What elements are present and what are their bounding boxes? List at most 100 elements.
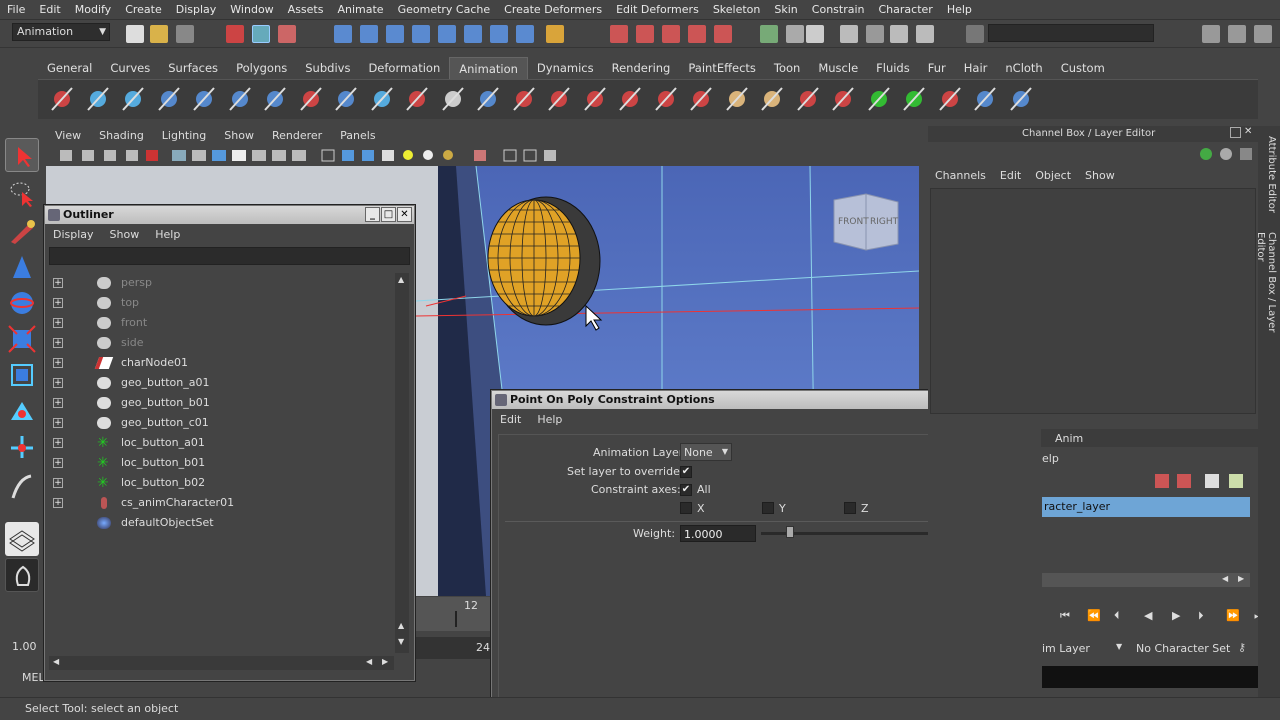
bend-icon[interactable] <box>474 84 502 114</box>
shelf-tab-muscle[interactable]: Muscle <box>809 57 867 79</box>
select-tool-icon[interactable] <box>5 138 39 172</box>
expand-icon[interactable]: + <box>53 478 63 488</box>
step-forward-frame-icon[interactable]: ⏵ <box>1198 609 1204 623</box>
menu-skin[interactable]: Skin <box>767 0 804 20</box>
scroll-left-icon-2[interactable]: ◀ <box>366 657 372 666</box>
save-scene-icon[interactable] <box>176 25 194 43</box>
menu-edit-deformers[interactable]: Edit Deformers <box>609 0 706 20</box>
sculpt-icon[interactable] <box>439 84 467 114</box>
scroll-up-icon[interactable]: ▲ <box>398 275 404 284</box>
move-tool-icon[interactable] <box>5 250 39 284</box>
ipr-render-icon[interactable] <box>636 25 654 43</box>
outliner-menu-help[interactable]: Help <box>147 224 188 245</box>
menu-skeleton[interactable]: Skeleton <box>706 0 768 20</box>
shelf-tab-hair[interactable]: Hair <box>955 57 997 79</box>
open-scene-icon[interactable] <box>150 25 168 43</box>
outliner-menu-show[interactable]: Show <box>102 224 148 245</box>
float-panel-icon[interactable] <box>1230 127 1241 138</box>
lock-icon[interactable] <box>546 25 564 43</box>
viewport-menu-renderer[interactable]: Renderer <box>263 126 331 145</box>
history-icon[interactable] <box>464 25 482 43</box>
channel-box-toggle-icon[interactable] <box>1202 25 1220 43</box>
channel-menu-show[interactable]: Show <box>1078 166 1122 186</box>
nonlinear-icon[interactable] <box>368 84 396 114</box>
paint-select-tool-icon[interactable] <box>5 214 39 248</box>
shelf-tab-dynamics[interactable]: Dynamics <box>528 57 603 79</box>
layer-move-up-icon[interactable] <box>1155 474 1169 488</box>
lasso-tool-icon[interactable] <box>5 176 39 210</box>
shelf-tab-rendering[interactable]: Rendering <box>603 57 680 79</box>
shelf-tab-toon[interactable]: Toon <box>765 57 809 79</box>
viewport-menu-view[interactable]: View <box>46 126 90 145</box>
select-hierarchy-icon[interactable] <box>226 25 244 43</box>
bone-icon[interactable] <box>261 84 289 114</box>
character-head-icon[interactable] <box>723 84 751 114</box>
blend-icon[interactable] <box>758 84 786 114</box>
layout-outliner-icon[interactable] <box>5 558 39 592</box>
snap-point-icon[interactable] <box>386 25 404 43</box>
scroll-down-icon[interactable]: ▼ <box>398 637 404 646</box>
channel-menu-edit[interactable]: Edit <box>993 166 1028 186</box>
viewport-menu-panels[interactable]: Panels <box>331 126 384 145</box>
menu-file[interactable]: File <box>0 0 32 20</box>
outliner-item[interactable]: + cs_animCharacter01 <box>49 493 394 513</box>
outliner-menu-display[interactable]: Display <box>45 224 102 245</box>
shelf-tab-painteffects[interactable]: PaintEffects <box>679 57 765 79</box>
shelf-tab-ncloth[interactable]: nCloth <box>996 57 1051 79</box>
outliner-item[interactable]: + geo_button_a01 <box>49 373 394 393</box>
outliner-item[interactable]: + ✳ loc_button_b02 <box>49 473 394 493</box>
channel-pie-icon[interactable] <box>1220 148 1232 160</box>
tool-settings-icon[interactable] <box>916 25 934 43</box>
expand-icon[interactable]: + <box>53 278 63 288</box>
magnet-icon[interactable] <box>714 25 732 43</box>
layer-row-selected[interactable]: racter_layer <box>1042 497 1250 517</box>
menu-character[interactable]: Character <box>872 0 940 20</box>
axes-all-checkbox[interactable]: ✔ <box>680 484 692 496</box>
construction-history-icon[interactable] <box>490 25 508 43</box>
expand-icon[interactable]: + <box>53 398 63 408</box>
scroll-right-icon[interactable]: ▶ <box>1238 574 1244 583</box>
skin-bind-icon[interactable] <box>687 84 715 114</box>
lattice-icon[interactable] <box>297 84 325 114</box>
pole-vector-icon[interactable] <box>1007 84 1035 114</box>
help-question-icon[interactable] <box>516 25 534 43</box>
ik-spline-icon[interactable] <box>119 84 147 114</box>
animation-layer-dropdown[interactable]: None ▼ <box>680 443 732 461</box>
layer-editor-icon[interactable] <box>890 25 908 43</box>
mel-label[interactable]: MEL <box>22 671 45 684</box>
key-icon[interactable]: ⚷ <box>1238 641 1252 654</box>
select-object-icon[interactable] <box>252 25 270 43</box>
skeleton-icon[interactable] <box>226 84 254 114</box>
set-key-icon[interactable] <box>48 84 76 114</box>
override-checkbox[interactable]: ✔ <box>680 466 692 478</box>
shelf-tab-curves[interactable]: Curves <box>101 57 159 79</box>
relative-transform-icon[interactable] <box>786 25 804 43</box>
soft-modification-icon[interactable] <box>5 394 39 428</box>
new-scene-icon[interactable] <box>126 25 144 43</box>
shelf-tab-general[interactable]: General <box>38 57 101 79</box>
ik-handle-icon[interactable] <box>84 84 112 114</box>
anim-layer-field[interactable]: im Layer ▼ <box>1042 640 1126 658</box>
outliner-item[interactable]: + top <box>49 293 394 313</box>
tab-channel-box[interactable]: Channel Box / Layer Editor <box>1255 232 1277 362</box>
scroll-up-icon-2[interactable]: ▲ <box>398 621 404 630</box>
rename-icon[interactable] <box>806 25 824 43</box>
snap-curve-icon[interactable] <box>360 25 378 43</box>
tab-anim[interactable]: Anim <box>1055 432 1083 445</box>
layer-help-menu[interactable]: elp <box>1042 452 1059 465</box>
squash-icon[interactable] <box>581 84 609 114</box>
layer-scrollbar[interactable]: ◀ ▶ <box>1042 573 1250 587</box>
script-editor-icon[interactable] <box>840 25 858 43</box>
poc-menu-edit[interactable]: Edit <box>492 409 529 430</box>
show-manipulator-icon[interactable] <box>5 430 39 464</box>
expand-icon[interactable]: + <box>53 378 63 388</box>
quick-search-icon[interactable] <box>966 25 984 43</box>
scroll-left-icon[interactable]: ◀ <box>53 657 59 666</box>
scale-tool-icon[interactable] <box>5 322 39 356</box>
outliner-item[interactable]: + front <box>49 313 394 333</box>
shelf-tab-surfaces[interactable]: Surfaces <box>159 57 227 79</box>
outliner-item[interactable]: + side <box>49 333 394 353</box>
go-to-start-icon[interactable]: ⏮ <box>1060 609 1070 623</box>
viewcube-front-label[interactable]: FRONT <box>838 217 869 227</box>
time-slider[interactable]: 12 <box>415 597 493 631</box>
